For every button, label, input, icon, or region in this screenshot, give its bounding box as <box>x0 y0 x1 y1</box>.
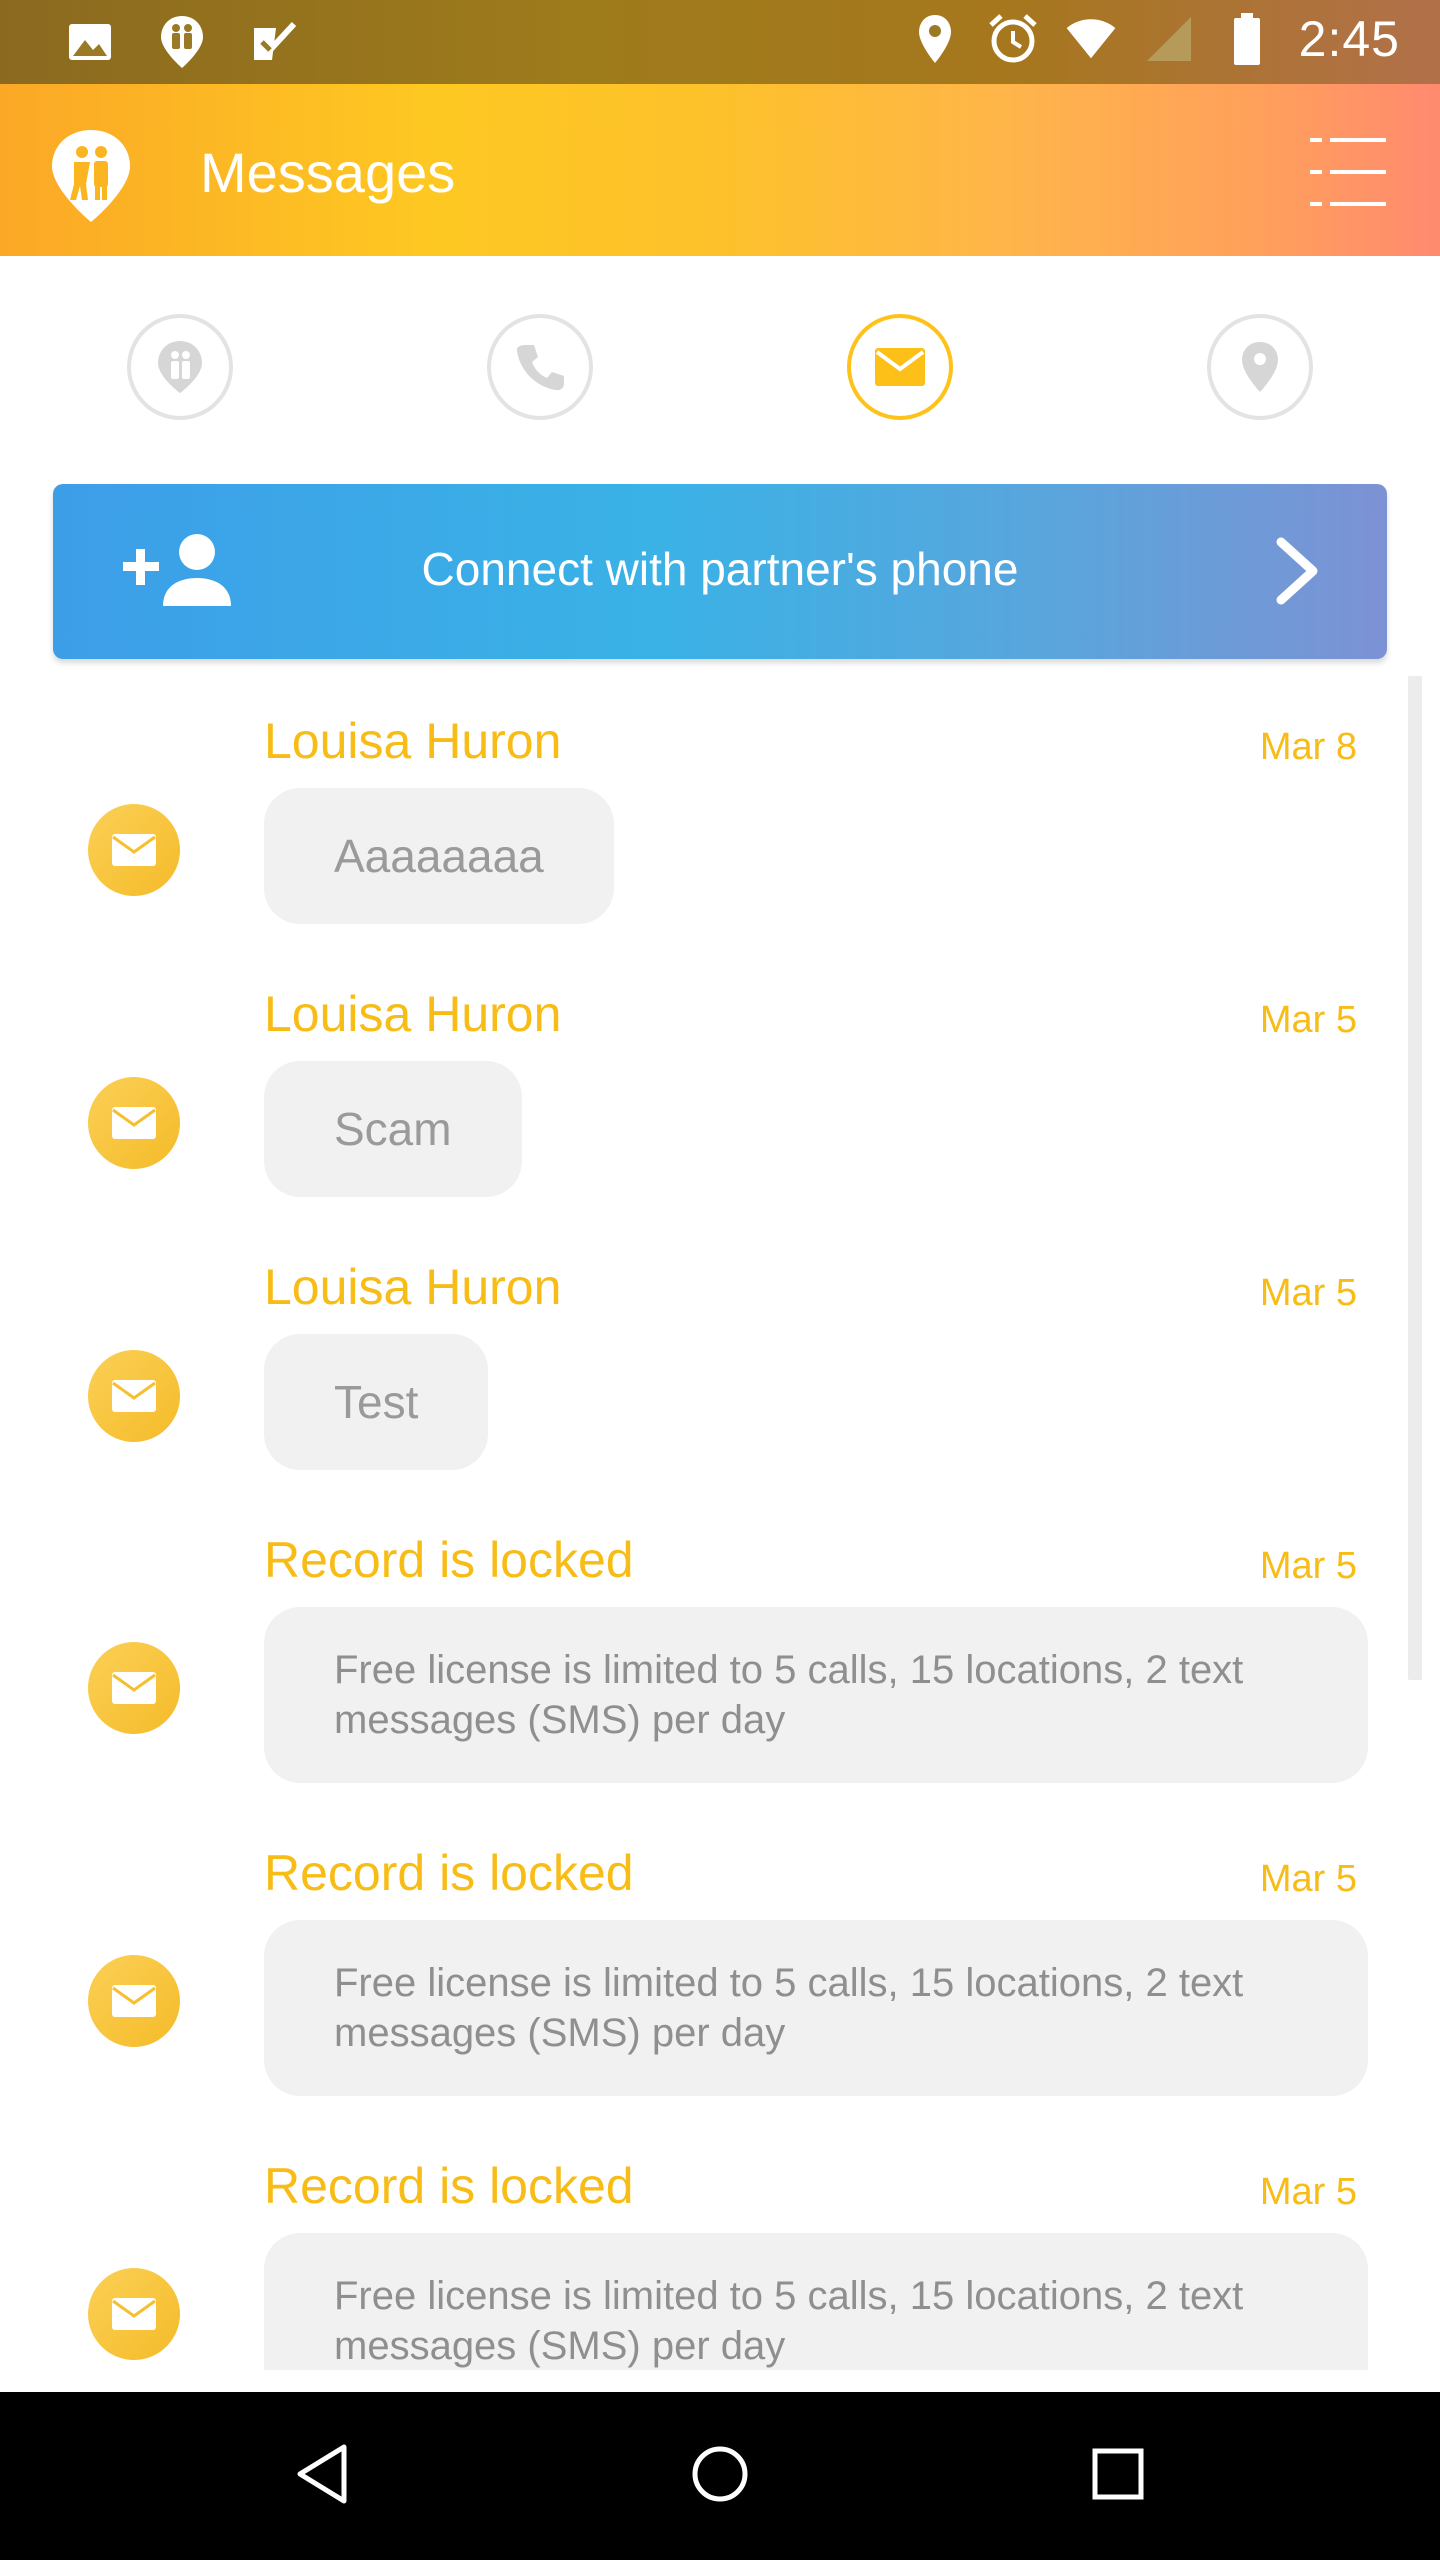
chevron-right-icon <box>1267 536 1327 606</box>
phone-icon <box>516 345 564 391</box>
signal-icon <box>1143 11 1195 67</box>
app-logo-couple-pin-icon <box>46 126 136 226</box>
location-icon <box>1242 342 1278 392</box>
message-date: Mar 8 <box>1259 726 1357 768</box>
sender-name: Louisa Huron <box>264 713 562 769</box>
location-icon <box>909 11 961 67</box>
back-button[interactable] <box>282 2434 362 2514</box>
mail-icon <box>88 1350 180 1442</box>
message-date: Mar 5 <box>1259 999 1357 1041</box>
mail-icon <box>88 804 180 896</box>
message-date: Mar 5 <box>1259 1545 1357 1587</box>
status-time: 2:45 <box>1298 11 1400 67</box>
mail-icon <box>88 1642 180 1734</box>
message-list: Louisa Huron Mar 8 Aaaaaaaa Louisa Huron… <box>0 676 1440 2370</box>
list-menu-icon <box>1310 138 1386 206</box>
system-nav-bar <box>0 2392 1440 2560</box>
wifi-icon <box>1065 11 1117 67</box>
message-date: Mar 5 <box>1259 1858 1357 1900</box>
tab-couple[interactable] <box>127 314 233 420</box>
tab-messages[interactable] <box>847 314 953 420</box>
sender-name: Record is locked <box>264 2158 634 2214</box>
home-button[interactable] <box>680 2434 760 2514</box>
mail-icon <box>88 2268 180 2360</box>
image-icon <box>64 14 116 70</box>
tab-locations[interactable] <box>1207 314 1313 420</box>
recents-icon <box>1092 2448 1144 2500</box>
message-date: Mar 5 <box>1259 2171 1357 2213</box>
recents-button[interactable] <box>1078 2434 1158 2514</box>
mail-icon <box>88 1955 180 2047</box>
sender-name: Record is locked <box>264 1532 634 1588</box>
sender-name: Louisa Huron <box>264 986 562 1042</box>
back-icon <box>297 2444 347 2504</box>
connect-partner-label: Connect with partner's phone <box>421 543 1019 595</box>
message-date: Mar 5 <box>1259 1272 1357 1314</box>
mail-icon <box>875 348 925 386</box>
message-bubble: Free license is limited to 5 calls, 15 l… <box>264 2233 1368 2370</box>
home-icon <box>692 2446 748 2502</box>
screen: 2:45 Messages Connect with partner's pho… <box>0 0 1440 2560</box>
alarm-icon <box>987 11 1039 67</box>
message-bubble: Scam <box>264 1061 522 1197</box>
page-title: Messages <box>200 141 456 204</box>
message-bubble: Free license is limited to 5 calls, 15 l… <box>264 1920 1368 2096</box>
message-bubble: Test <box>264 1334 489 1470</box>
couple-pin-icon <box>156 14 208 70</box>
sender-name: Record is locked <box>264 1845 634 1901</box>
tab-calls[interactable] <box>487 314 593 420</box>
connect-partner-banner[interactable]: Connect with partner's phone <box>53 484 1387 659</box>
list-menu-button[interactable] <box>1308 132 1388 212</box>
status-bar: 2:45 <box>0 0 1440 84</box>
tab-row <box>0 256 1440 476</box>
mail-icon <box>88 1077 180 1169</box>
check-icon <box>248 14 300 70</box>
app-bar: Messages <box>0 84 1440 256</box>
couple-pin-icon <box>158 341 202 393</box>
battery-icon <box>1221 11 1273 67</box>
sender-name: Louisa Huron <box>264 1259 562 1315</box>
message-bubble: Aaaaaaaa <box>264 788 614 924</box>
message-bubble: Free license is limited to 5 calls, 15 l… <box>264 1607 1368 1783</box>
